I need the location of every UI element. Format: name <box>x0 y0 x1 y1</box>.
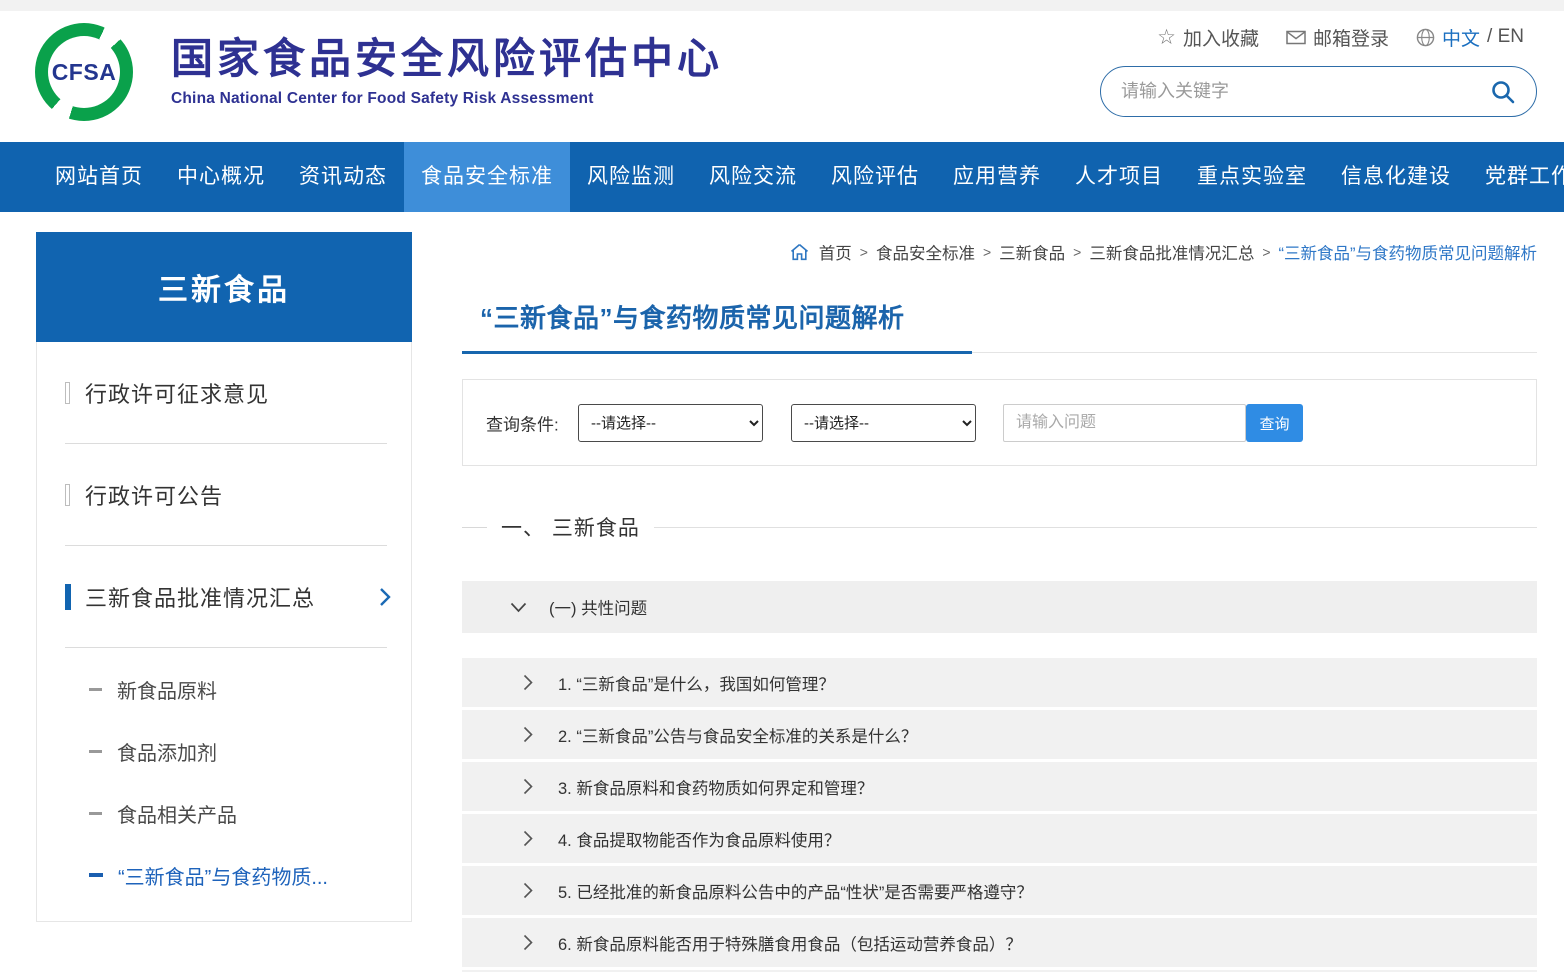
query-panel: 查询条件: --请选择-- --请选择-- 查询 <box>462 379 1537 466</box>
breadcrumb-separator: > <box>1262 244 1270 260</box>
cfsa-logo-icon: CFSA <box>35 23 133 121</box>
nav-item-risk-communication[interactable]: 风险交流 <box>692 142 814 212</box>
title-underline <box>462 352 1537 353</box>
sidebar-item-approval-summary[interactable]: 三新食品批准情况汇总 <box>37 546 411 647</box>
breadcrumb-approval-summary[interactable]: 三新食品批准情况汇总 <box>1089 240 1254 264</box>
nav-item-food-safety-standards[interactable]: 食品安全标准 <box>404 142 570 212</box>
page-title: “三新食品”与食药物质常见问题解析 <box>480 298 905 335</box>
lang-chinese[interactable]: 中文 <box>1442 24 1480 51</box>
nav-item-talent-programs[interactable]: 人才项目 <box>1058 142 1180 212</box>
sidebar-title: 三新食品 <box>36 232 412 342</box>
nav-item-about[interactable]: 中心概况 <box>160 142 282 212</box>
mail-login-label: 邮箱登录 <box>1313 24 1389 51</box>
breadcrumb-three-new-foods[interactable]: 三新食品 <box>999 240 1065 264</box>
menu-bar-icon <box>65 484 70 506</box>
search-icon[interactable] <box>1490 79 1516 105</box>
logo-acronym: CFSA <box>52 59 117 86</box>
question-row-6[interactable]: 6. 新食品原料能否用于特殊膳食用食品（包括运动营养食品）？ <box>462 918 1537 967</box>
question-search-input[interactable] <box>1003 404 1246 442</box>
chevron-right-icon <box>523 934 533 951</box>
question-row-1[interactable]: 1. “三新食品”是什么，我国如何管理？ <box>462 658 1537 707</box>
menu-bar-icon <box>65 382 70 404</box>
chevron-down-icon <box>510 602 527 613</box>
chevron-right-icon <box>523 778 533 795</box>
sidebar-subitem-faq[interactable]: “三新食品”与食药物质... <box>37 844 411 906</box>
question-row-4[interactable]: 4. 食品提取物能否作为食品原料使用？ <box>462 814 1537 863</box>
dash-icon <box>89 812 102 815</box>
nav-item-informatization[interactable]: 信息化建设 <box>1324 142 1468 212</box>
utility-links: ☆ 加入收藏 邮箱登录 中文 / EN <box>1157 22 1524 52</box>
nav-item-key-laboratory[interactable]: 重点实验室 <box>1180 142 1324 212</box>
section-title: 一、 三新食品 <box>501 512 640 542</box>
sidebar-subitem-new-food-ingredients[interactable]: 新食品原料 <box>37 658 411 720</box>
question-row-3[interactable]: 3. 新食品原料和食药物质如何界定和管理？ <box>462 762 1537 811</box>
decorative-line <box>462 527 487 528</box>
nav-item-home[interactable]: 网站首页 <box>38 142 160 212</box>
sidebar-item-permit-consultation[interactable]: 行政许可征求意见 <box>37 342 411 443</box>
nav-item-applied-nutrition[interactable]: 应用营养 <box>936 142 1058 212</box>
site-logo[interactable]: CFSA 国家食品安全风险评估中心 China National Center … <box>35 23 723 121</box>
globe-icon <box>1416 28 1435 47</box>
page-top-strip <box>0 0 1564 11</box>
accordion-common-questions[interactable]: (一) 共性问题 <box>462 581 1537 633</box>
mail-login-link[interactable]: 邮箱登录 <box>1286 24 1389 51</box>
breadcrumb-separator: > <box>860 244 868 260</box>
section-heading: 一、 三新食品 <box>462 514 1537 540</box>
sidebar-item-permit-announcement[interactable]: 行政许可公告 <box>37 444 411 545</box>
question-list: 1. “三新食品”是什么，我国如何管理？ 2. “三新食品”公告与食品安全标准的… <box>462 658 1537 972</box>
breadcrumb: 首页 > 食品安全标准 > 三新食品 > 三新食品批准情况汇总 > “三新食品”… <box>790 240 1537 264</box>
breadcrumb-separator: > <box>1073 244 1081 260</box>
dash-icon <box>89 873 103 877</box>
lang-english[interactable]: / EN <box>1487 26 1524 48</box>
site-search-box[interactable] <box>1100 66 1537 117</box>
main-nav: 网站首页 中心概况 资讯动态 食品安全标准 风险监测 风险交流 风险评估 应用营… <box>0 142 1564 212</box>
breadcrumb-separator: > <box>983 244 991 260</box>
question-row-2[interactable]: 2. “三新食品”公告与食品安全标准的关系是什么？ <box>462 710 1537 759</box>
question-row-5[interactable]: 5. 已经批准的新食品原料公告中的产品“性状”是否需要严格遵守？ <box>462 866 1537 915</box>
chevron-right-icon <box>523 674 533 691</box>
query-category-select[interactable]: --请选择-- <box>578 404 763 442</box>
dash-icon <box>89 750 102 753</box>
query-submit-button[interactable]: 查询 <box>1246 404 1303 442</box>
language-switcher[interactable]: 中文 / EN <box>1416 24 1524 51</box>
breadcrumb-current-page[interactable]: “三新食品”与食药物质常见问题解析 <box>1279 240 1538 264</box>
nav-item-news[interactable]: 资讯动态 <box>282 142 404 212</box>
site-titles: 国家食品安全风险评估中心 China National Center for F… <box>171 36 723 107</box>
chevron-right-icon <box>523 830 533 847</box>
add-favorite-label: 加入收藏 <box>1183 24 1259 51</box>
query-conditions-label: 查询条件: <box>486 410 559 435</box>
chevron-right-icon <box>523 882 533 899</box>
query-subcategory-select[interactable]: --请选择-- <box>791 404 976 442</box>
breadcrumb-food-safety-standards[interactable]: 食品安全标准 <box>876 240 975 264</box>
sidebar-subitem-food-additives[interactable]: 食品添加剂 <box>37 720 411 782</box>
envelope-icon <box>1286 30 1306 45</box>
dash-icon <box>89 688 102 691</box>
chevron-right-icon <box>523 726 533 743</box>
site-title-zh: 国家食品安全风险评估中心 <box>171 36 723 82</box>
site-title-en: China National Center for Food Safety Ri… <box>171 90 723 108</box>
site-header: CFSA 国家食品安全风险评估中心 China National Center … <box>0 11 1564 142</box>
sidebar-submenu: 新食品原料 食品添加剂 食品相关产品 “三新食品”与食药物质... <box>37 648 411 906</box>
star-icon: ☆ <box>1157 27 1176 48</box>
chevron-right-icon <box>379 587 391 607</box>
sidebar: 三新食品 行政许可征求意见 行政许可公告 三新食品批准情况汇总 新食品原料 <box>36 232 412 922</box>
search-input[interactable] <box>1121 81 1490 102</box>
home-icon[interactable] <box>790 243 809 261</box>
accordion-title: (一) 共性问题 <box>549 595 647 619</box>
breadcrumb-home[interactable]: 首页 <box>819 240 852 264</box>
nav-item-risk-assessment[interactable]: 风险评估 <box>814 142 936 212</box>
menu-bar-active-icon <box>65 584 71 610</box>
decorative-line <box>654 527 1537 528</box>
nav-item-party-work[interactable]: 党群工作 <box>1468 142 1564 212</box>
sidebar-subitem-food-related-products[interactable]: 食品相关产品 <box>37 782 411 844</box>
nav-item-risk-monitoring[interactable]: 风险监测 <box>570 142 692 212</box>
sidebar-menu: 行政许可征求意见 行政许可公告 三新食品批准情况汇总 新食品原料 食品添加剂 <box>36 342 412 922</box>
add-favorite-link[interactable]: ☆ 加入收藏 <box>1157 24 1259 51</box>
